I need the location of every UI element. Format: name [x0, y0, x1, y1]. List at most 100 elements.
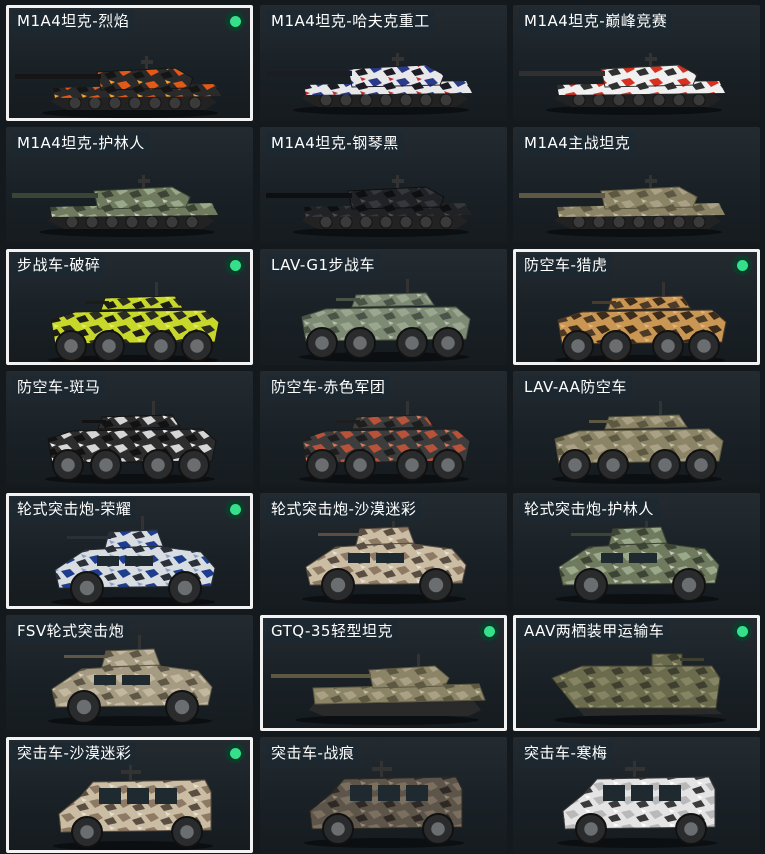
gun-barrel [571, 533, 615, 536]
vehicle-card-title: M1A4坦克-哈夫克重工 [266, 10, 435, 33]
vehicle-card-title: M1A4坦克-巅峰竞赛 [519, 10, 673, 33]
owned-indicator-icon [225, 11, 245, 31]
window [376, 553, 404, 563]
gun-barrel [625, 767, 645, 771]
vehicle-card-8[interactable]: LAV-G1步战车 [260, 249, 507, 365]
gun-barrel [266, 71, 352, 76]
vehicle-card-title: LAV-G1步战车 [266, 254, 381, 277]
vehicle-card-12[interactable]: LAV-AA防空车 [513, 371, 760, 487]
vehicle-card-11[interactable]: 防空车-赤色军团 [260, 371, 507, 487]
gun-barrel [336, 420, 360, 423]
gun-barrel [12, 193, 98, 198]
vehicle-card-15[interactable]: 轮式突击炮-护林人 [513, 493, 760, 609]
vehicle-card-14[interactable]: 轮式突击炮-沙漠迷彩 [260, 493, 507, 609]
vehicle-card-21[interactable]: 突击车-寒梅 [513, 737, 760, 853]
gun-barrel [372, 767, 392, 771]
owned-indicator-icon [732, 621, 752, 641]
vehicle-card-title: 突击车-沙漠迷彩 [12, 742, 137, 765]
vehicle-card-9[interactable]: 防空车-猎虎 [513, 249, 760, 365]
turret [351, 292, 435, 308]
vehicle-card-title: GTQ-35轻型坦克 [266, 620, 398, 643]
window [94, 675, 116, 685]
vehicle-card-title: M1A4坦克-护林人 [12, 132, 150, 155]
vehicle-card-19[interactable]: 突击车-沙漠迷彩 [6, 737, 253, 853]
vehicle-card-16[interactable]: FSV轮式突击炮 [6, 615, 253, 731]
window [125, 556, 153, 566]
gun-barrel [271, 674, 371, 678]
owned-indicator-icon [479, 621, 499, 641]
vehicle-card-2[interactable]: M1A4坦克-哈夫克重工 [260, 5, 507, 121]
gun-barrel [519, 193, 605, 198]
gun-barrel [121, 770, 141, 774]
window [603, 785, 625, 801]
vehicle-card-3[interactable]: M1A4坦克-巅峰竞赛 [513, 5, 760, 121]
turret [96, 67, 194, 91]
window [99, 788, 121, 804]
vehicle-card-title: 轮式突击炮-护林人 [519, 498, 659, 521]
vehicle-card-title: LAV-AA防空车 [519, 376, 632, 399]
gun-barrel [15, 74, 101, 79]
vehicle-card-1[interactable]: M1A4坦克-烈焰 [6, 5, 253, 121]
vehicle-card-title: M1A4主战坦克 [519, 132, 636, 155]
vehicle-card-10[interactable]: 防空车-斑马 [6, 371, 253, 487]
turret [93, 186, 191, 210]
gun-barrel [67, 536, 111, 539]
turret [607, 295, 691, 311]
vehicle-card-title: M1A4坦克-钢琴黑 [266, 132, 404, 155]
turret [347, 64, 445, 88]
turret [368, 665, 450, 689]
vehicle-card-title: AAV两栖装甲运输车 [519, 620, 670, 643]
vehicle-card-title: M1A4坦克-烈焰 [12, 10, 135, 33]
gun-barrel [85, 301, 109, 304]
turret [608, 526, 668, 546]
gun-barrel [680, 658, 704, 661]
vehicle-card-title: 防空车-猎虎 [519, 254, 613, 277]
gun-barrel [82, 420, 106, 423]
turret [347, 186, 445, 210]
vehicle-card-title: 突击车-战痕 [266, 742, 360, 765]
window [122, 675, 150, 685]
vehicle-card-title: 步战车-破碎 [12, 254, 106, 277]
vehicle-card-6[interactable]: M1A4主战坦克 [513, 127, 760, 243]
gun-barrel [589, 420, 613, 423]
owned-indicator-icon [225, 255, 245, 275]
vehicle-card-17[interactable]: GTQ-35轻型坦克 [260, 615, 507, 731]
vehicle-card-20[interactable]: 突击车-战痕 [260, 737, 507, 853]
gun-barrel [592, 301, 616, 304]
vehicle-card-title: 防空车-赤色军团 [266, 376, 391, 399]
vehicle-card-13[interactable]: 轮式突击炮-荣耀 [6, 493, 253, 609]
owned-indicator-icon [225, 499, 245, 519]
turret [101, 648, 161, 668]
turret [104, 529, 164, 549]
vehicle-card-title: 轮式突击炮-沙漠迷彩 [266, 498, 422, 521]
window [127, 788, 149, 804]
vehicle-card-7[interactable]: 步战车-破碎 [6, 249, 253, 365]
vehicle-card-4[interactable]: M1A4坦克-护林人 [6, 127, 253, 243]
vehicle-card-title: 突击车-寒梅 [519, 742, 613, 765]
gun-barrel [519, 71, 605, 76]
vehicle-card-18[interactable]: AAV两栖装甲运输车 [513, 615, 760, 731]
window [406, 785, 428, 801]
window [631, 785, 653, 801]
vehicle-card-5[interactable]: M1A4坦克-钢琴黑 [260, 127, 507, 243]
window [348, 553, 370, 563]
window [155, 788, 177, 804]
turret [97, 414, 181, 430]
window [629, 553, 657, 563]
window [350, 785, 372, 801]
window [659, 785, 681, 801]
turret [651, 653, 683, 667]
window [378, 785, 400, 801]
owned-indicator-icon [732, 255, 752, 275]
turret [604, 414, 688, 430]
gun-barrel [64, 655, 108, 658]
gun-barrel [336, 298, 360, 301]
owned-indicator-icon [225, 743, 245, 763]
gun-barrel [318, 533, 362, 536]
turret [600, 64, 698, 88]
vehicle-card-title: 防空车-斑马 [12, 376, 106, 399]
vehicle-card-title: FSV轮式突击炮 [12, 620, 130, 643]
gun-barrel [266, 193, 352, 198]
hull [551, 665, 721, 709]
window [97, 556, 119, 566]
